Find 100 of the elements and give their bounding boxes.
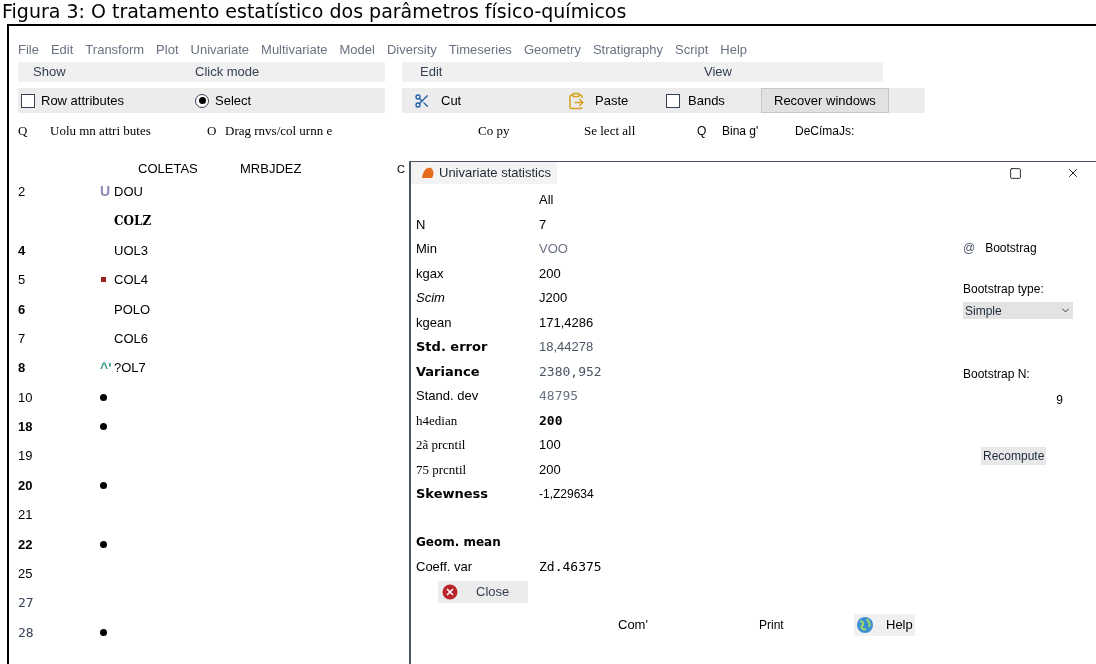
checkbox-label: Bands [688,91,726,110]
cut-button[interactable]: Cut [441,90,567,111]
stat-value: -1,Z29634 [539,485,594,503]
radio-glyph: O [207,122,218,141]
stat-value: 100 [539,436,561,454]
table-cell-text: POLO [114,300,151,319]
stat-label: Scim [416,289,446,307]
paste-button[interactable]: Paste [595,90,666,111]
group-label: Click mode [195,63,260,82]
table-cell-text: UOL3 [114,241,148,260]
stat-label: Variance [416,362,481,381]
print-button[interactable]: Print [759,616,854,634]
menu-item[interactable]: Univariate [190,40,250,60]
stat-value: J200 [539,289,568,307]
stat-label: Min [416,240,438,258]
help-button[interactable]: Help [854,614,915,636]
stat-label: 2ã prcntil [416,436,467,454]
stat-value: 48795 [539,387,579,405]
row-number: 27 [18,595,34,611]
group-label: Show [33,63,67,82]
stat-value: 200 [539,264,561,283]
row-number: 4 [18,242,26,258]
recover-windows-button[interactable]: Recover windows [761,88,889,113]
row-number: 2 [18,183,26,199]
row-number: 7 [18,330,26,346]
menu-item[interactable]: Help [720,40,748,60]
row-number: 19 [18,448,33,464]
maximize-icon[interactable] [1009,166,1022,180]
checkbox-label: Row attributes [41,91,125,110]
stat-label: Std. error [416,338,489,356]
option-label: Uolu mn attri butes [50,122,152,141]
menu-item[interactable]: Transform [85,40,145,60]
menu-item[interactable]: Plot [156,40,179,60]
radio-label: Select [215,91,252,110]
number-field[interactable]: 9 [963,391,1063,409]
stat-label: Skewness [416,485,490,503]
table-cell-text: ?OL7 [114,359,146,378]
close-icon[interactable] [1066,166,1080,180]
radio-glyph: Q [697,123,708,140]
stat-label: h4edian [416,411,459,430]
clipboard-icon[interactable] [567,91,585,110]
menu-item[interactable]: Geometry [523,40,581,60]
field-label: Bootstrap type: [963,281,1045,298]
row-number: 8 [18,360,26,376]
menu-item[interactable]: Model [339,40,375,60]
figure-caption: Figura 3: O tratamento estatístico dos parâmetros físico-químicos [1,0,628,24]
column-header: C [397,161,405,177]
close-icon [442,584,458,600]
window-title: Univariate statistics [439,164,551,183]
stat-label: 75 prcntil [416,460,468,479]
menu-item[interactable]: Diversity [386,40,437,60]
stat-label: Geom. mean [416,534,502,552]
option-label: Bina g' [722,123,760,140]
recompute-button[interactable]: Recompute [981,447,1047,465]
menu-item[interactable]: Multivariate [261,40,328,60]
column-header: COLETAS [138,160,199,179]
column-header: All [539,191,554,210]
row-number: 5 [18,272,26,288]
row-number: 25 [18,566,33,581]
dropdown[interactable]: Simple [963,302,1073,319]
menu-item[interactable]: Edit [50,40,74,60]
stat-label: kgax [416,264,445,283]
stat-value: 171,4286 [539,313,594,332]
menu-item[interactable]: File [18,40,39,60]
stat-value: 2380,952 [539,362,602,381]
menu-item[interactable]: Script [675,40,709,60]
table-cell-text: COL4 [114,271,148,290]
menu-item[interactable]: Timeseries [448,40,512,60]
row-number: 6 [18,301,26,317]
stat-value: 7 [539,215,547,234]
table-cell-text: COL6 [114,329,148,348]
stat-value: Zd.46375 [539,558,602,576]
stat-label: N [416,215,427,234]
checkbox[interactable] [21,93,35,108]
stat-value: 18,44278 [539,338,594,356]
row-number: 22 [18,536,33,552]
option-label: Bootstrag [985,240,1037,257]
row-number: 18 [18,419,33,435]
stat-value: 200 [539,411,563,430]
group-label: Edit [420,63,444,82]
globe-icon [856,616,874,634]
radio-button[interactable] [195,93,209,108]
radio-glyph: Q [18,122,29,141]
copy-button[interactable]: Co py [478,121,584,141]
option-label: Drag rnvs/col urnn e [225,122,334,141]
group-label: View [704,63,732,82]
select-all-button[interactable]: Se lect all [584,121,697,141]
row-number: 28 [18,624,34,640]
checkbox[interactable] [666,93,680,108]
stat-label: Coeff. var [416,558,474,576]
row-number: 21 [18,507,33,523]
copy-button[interactable]: Com' [618,615,759,635]
stat-value: 200 [539,460,561,479]
menu-item[interactable]: Stratigraphy [592,40,664,60]
row-marker: U [100,182,111,202]
close-button[interactable]: Close [438,581,528,603]
stat-label: Stand. dev [416,387,480,405]
row-number: 20 [18,477,33,493]
table-cell-text: COLZ [114,213,152,231]
scissors-icon[interactable] [414,92,430,109]
